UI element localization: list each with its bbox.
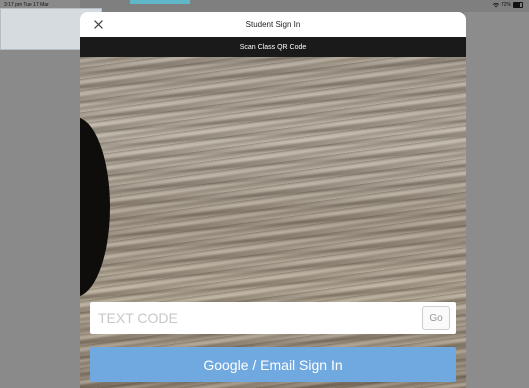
battery-percent: 72%	[500, 2, 511, 8]
camera-viewfinder: Go Google / Email Sign In	[80, 57, 466, 388]
sign-in-button-label: Google / Email Sign In	[203, 356, 343, 373]
status-bar: 3:17 pm Tue 17 Mar 72%	[0, 0, 529, 10]
modal-title: Student Sign In	[245, 20, 301, 29]
close-button[interactable]	[90, 16, 106, 32]
status-indicators: 72%	[492, 0, 523, 10]
text-code-input[interactable]	[90, 301, 422, 335]
scan-instruction-label: Scan Class QR Code	[239, 43, 307, 51]
go-button-label: Go	[429, 312, 443, 324]
scan-instruction-bar: Scan Class QR Code	[80, 37, 466, 57]
google-email-sign-in-button[interactable]: Google / Email Sign In	[90, 347, 456, 382]
background-panel-right	[464, 12, 529, 388]
status-time: 3:17 pm Tue 17 Mar	[4, 2, 49, 8]
screen: 3:17 pm Tue 17 Mar 72% Student Sign In S…	[0, 0, 529, 388]
modal-header: Student Sign In	[80, 12, 466, 37]
close-icon	[93, 19, 103, 29]
battery-level	[514, 3, 520, 7]
background-sidebar	[0, 0, 80, 388]
battery-icon	[513, 2, 523, 8]
camera-dark-object	[80, 117, 110, 297]
student-sign-in-modal: Student Sign In Scan Class QR Code Go Go…	[80, 12, 466, 388]
wifi-icon	[492, 2, 499, 7]
go-button[interactable]: Go	[422, 306, 450, 330]
text-code-row: Go	[90, 301, 456, 335]
